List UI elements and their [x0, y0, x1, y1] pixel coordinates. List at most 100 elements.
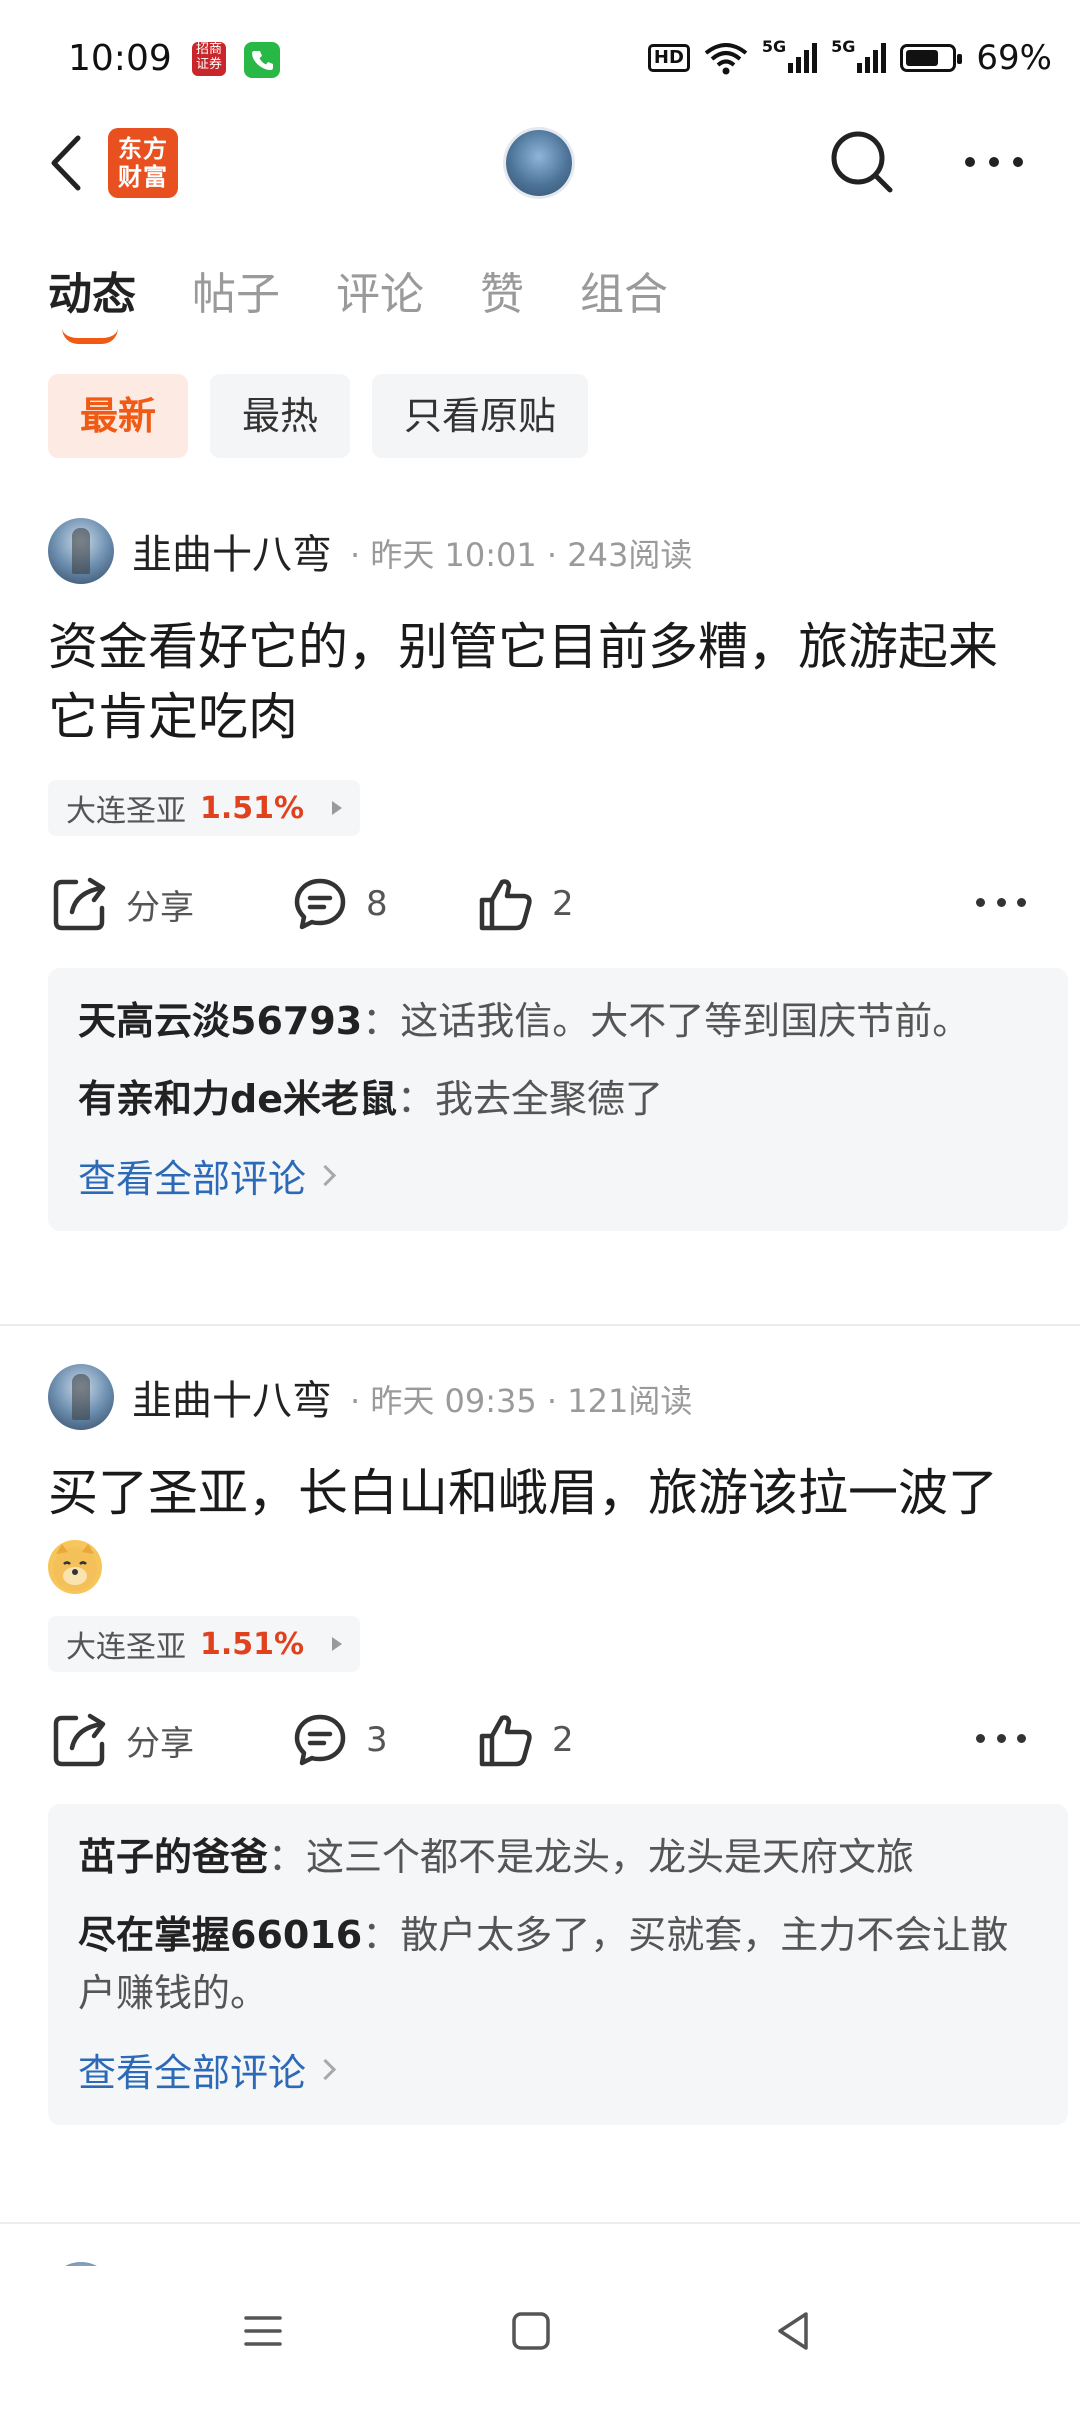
comment-button[interactable]: 3 — [292, 1712, 388, 1768]
share-button[interactable]: 分享 — [52, 876, 194, 932]
filter-chips: 最新 最热 只看原贴 — [48, 374, 589, 458]
back-nav-button[interactable] — [770, 2308, 816, 2358]
hd-voice-icon: HD — [647, 44, 690, 72]
comment-button[interactable]: 8 — [292, 876, 388, 932]
tab-likes[interactable]: 赞 — [480, 258, 524, 322]
tab-posts[interactable]: 帖子 — [192, 258, 280, 322]
author-name[interactable]: 韭曲十八弯 — [132, 522, 332, 580]
back-triangle-icon — [778, 2312, 808, 2350]
home-button[interactable] — [508, 2308, 554, 2358]
battery-icon — [900, 44, 963, 72]
stock-tag[interactable]: 大连圣亚 1.51% — [48, 780, 361, 836]
comment-text: 我去全聚德了 — [435, 1077, 664, 1121]
view-all-label: 查看全部评论 — [78, 1157, 307, 1201]
share-icon — [53, 1713, 106, 1767]
system-navigation-bar — [0, 2266, 1080, 2412]
chevron-right-icon — [314, 2058, 337, 2081]
comment-text: 这三个都不是龙头，龙头是天府文旅 — [306, 1835, 915, 1879]
stock-name: 大连圣亚 — [66, 1630, 186, 1665]
stock-name: 大连圣亚 — [66, 794, 186, 829]
comment-preview-box: 茁子的爸爸：这三个都不是龙头，龙头是天府文旅 尽在掌握66016：散户太多了，买… — [48, 1804, 1068, 2125]
post-more-icon[interactable] — [976, 1734, 1026, 1748]
tab-label: 赞 — [480, 269, 524, 320]
comment-count: 3 — [366, 1720, 388, 1760]
net-type-2: 5G — [831, 37, 856, 56]
signal-icon — [788, 43, 818, 73]
comment-preview-box: 天高云淡56793：这话我信。大不了等到国庆节前。 有亲和力de米老鼠：我去全聚… — [48, 968, 1068, 1231]
author-avatar[interactable] — [48, 1364, 114, 1430]
thumbs-up-icon — [479, 1715, 532, 1767]
logo-text: 财富 — [118, 163, 168, 191]
post-content[interactable]: 资金看好它的，别管它目前多糟，旅游起来它肯定吃肉 — [48, 612, 1038, 752]
home-square-icon — [512, 2312, 550, 2350]
broker-app-notification-icon: 招商证券 — [192, 42, 226, 76]
tab-label: 动态 — [48, 269, 136, 320]
logo-text: 东方 — [118, 135, 168, 163]
back-button[interactable] — [42, 128, 92, 198]
app-logo: 东方 财富 — [108, 128, 178, 198]
tab-portfolio[interactable]: 组合 — [580, 258, 668, 322]
search-icon — [831, 131, 893, 193]
view-all-comments-link[interactable]: 查看全部评论 — [78, 1148, 1038, 1203]
comment-user[interactable]: 天高云淡56793 — [78, 999, 362, 1043]
stock-change: 1.51% — [200, 790, 305, 826]
comment-item[interactable]: 尽在掌握66016：散户太多了，买就套，主力不会让散户赚钱的。 — [78, 1906, 1038, 2022]
search-button[interactable] — [826, 126, 898, 198]
signal-icon — [857, 43, 887, 73]
filter-latest[interactable]: 最新 — [48, 374, 189, 458]
menu-button[interactable] — [240, 2308, 286, 2358]
post-more-icon[interactable] — [976, 898, 1026, 912]
comment-item[interactable]: 天高云淡56793：这话我信。大不了等到国庆节前。 — [78, 992, 1038, 1050]
profile-avatar[interactable] — [506, 130, 572, 196]
menu-icon — [244, 2316, 282, 2346]
doge-emoji-icon — [48, 1539, 102, 1594]
comment-text: 这话我信。大不了等到国庆节前。 — [400, 999, 971, 1043]
comment-item[interactable]: 茁子的爸爸：这三个都不是龙头，龙头是天府文旅 — [78, 1828, 1038, 1886]
share-label: 分享 — [126, 1723, 194, 1764]
post-divider — [0, 1324, 1080, 1326]
filter-hottest[interactable]: 最热 — [210, 374, 351, 458]
comment-user[interactable]: 茁子的爸爸 — [78, 1835, 268, 1879]
post-meta: · 昨天 09:35 · 121阅读 — [350, 1382, 693, 1420]
play-triangle-icon — [332, 1637, 343, 1651]
tab-label: 评论 — [336, 269, 424, 320]
like-count: 2 — [552, 884, 574, 924]
tab-comments[interactable]: 评论 — [336, 258, 424, 322]
active-tab-indicator — [62, 328, 118, 344]
tab-dynamics[interactable]: 动态 — [48, 258, 136, 344]
post-meta: · 昨天 10:01 · 243阅读 — [350, 536, 693, 574]
post-content[interactable]: 买了圣亚，长白山和峨眉，旅游该拉一波了 — [48, 1458, 1038, 1598]
net-type-1: 5G — [761, 37, 787, 56]
more-options-button[interactable] — [962, 150, 1026, 174]
stock-tag[interactable]: 大连圣亚 1.51% — [48, 1616, 361, 1672]
comment-count: 8 — [366, 884, 388, 924]
back-arrow-icon — [51, 135, 81, 191]
view-all-comments-link[interactable]: 查看全部评论 — [78, 2042, 1038, 2097]
share-label: 分享 — [126, 887, 194, 928]
comment-item[interactable]: 有亲和力de米老鼠：我去全聚德了 — [78, 1070, 1038, 1128]
chevron-right-icon — [314, 1164, 337, 1187]
status-time: 10:09 — [68, 38, 172, 79]
battery-percent: 69% — [976, 38, 1052, 78]
tab-label: 组合 — [580, 269, 668, 320]
phone-notification-icon — [244, 42, 280, 78]
stock-change: 1.51% — [200, 1626, 305, 1662]
comment-user[interactable]: 有亲和力de米老鼠 — [78, 1077, 397, 1121]
share-icon — [53, 877, 106, 931]
tab-bar: 动态 帖子 评论 赞 组合 — [48, 258, 724, 344]
tab-label: 帖子 — [192, 269, 280, 320]
like-button[interactable]: 2 — [478, 1712, 574, 1768]
wifi-icon — [704, 43, 748, 75]
filter-original-only[interactable]: 只看原贴 — [372, 374, 589, 458]
like-button[interactable]: 2 — [478, 876, 574, 932]
more-icon — [965, 157, 1023, 167]
author-name[interactable]: 韭曲十八弯 — [132, 1368, 332, 1426]
comment-user[interactable]: 尽在掌握66016 — [78, 1913, 362, 1957]
play-triangle-icon — [332, 801, 343, 815]
like-count: 2 — [552, 1720, 574, 1760]
share-button[interactable]: 分享 — [52, 1712, 194, 1768]
comment-icon — [294, 1714, 346, 1766]
status-bar: 10:09 招商证券 HD 5G 5G 69% — [0, 0, 1080, 124]
author-avatar[interactable] — [48, 518, 114, 584]
thumbs-up-icon — [479, 879, 532, 931]
